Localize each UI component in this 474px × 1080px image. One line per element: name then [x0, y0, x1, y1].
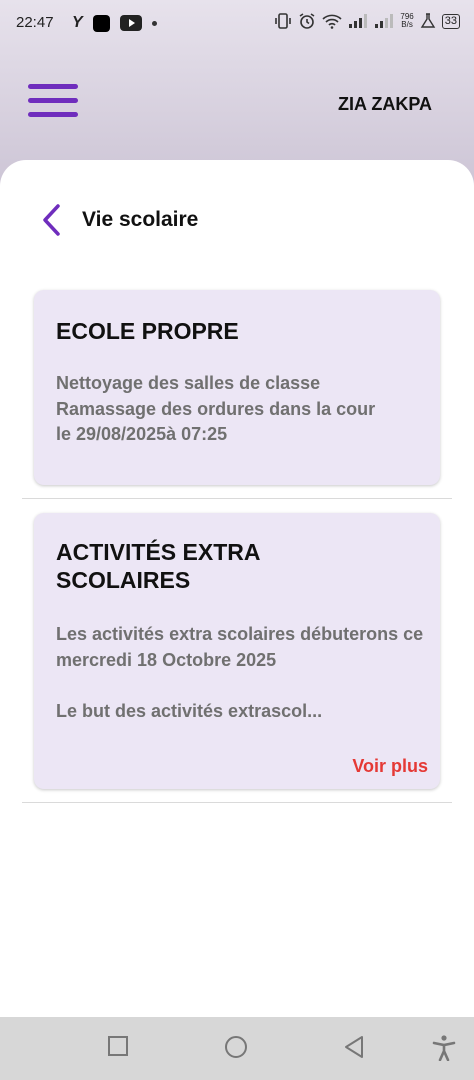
hamburger-bar [28, 84, 78, 89]
back-icon[interactable] [343, 1035, 365, 1059]
divider [22, 802, 452, 803]
hamburger-bar [28, 98, 78, 103]
content-sheet: Vie scolaire ECOLE PROPRE Nettoyage des … [0, 160, 474, 1017]
news-card[interactable]: ECOLE PROPRE Nettoyage des salles de cla… [34, 290, 440, 485]
page-title: Vie scolaire [82, 208, 199, 231]
y-app-icon: Y [72, 14, 83, 31]
signal-icon [375, 14, 394, 28]
voir-plus-link[interactable]: Voir plus [352, 756, 428, 777]
network-speed-unit: B/s [401, 20, 413, 29]
back-button[interactable] [40, 200, 68, 240]
signal-icon [349, 14, 368, 28]
news-card[interactable]: ACTIVITÉS EXTRA SCOLAIRES Les activités … [34, 513, 440, 789]
vibrate-icon [275, 13, 292, 29]
dot-icon [151, 20, 157, 26]
app-bar: ZIA ZAKPA [0, 60, 474, 150]
card-body: Les activités extra scolaires débuterons… [56, 624, 424, 721]
card-title: ACTIVITÉS EXTRA SCOLAIRES [56, 539, 260, 593]
divider [22, 498, 452, 499]
user-name[interactable]: ZIA ZAKPA [338, 94, 432, 115]
menu-button[interactable] [28, 84, 80, 120]
chevron-left-icon [43, 204, 60, 236]
accessibility-icon[interactable] [432, 1035, 456, 1061]
page-header: Vie scolaire [40, 198, 198, 242]
wifi-icon [322, 14, 342, 29]
status-bar: 22:47 Y 796 B/s 33 [0, 0, 474, 48]
youtube-icon [119, 15, 142, 31]
network-speed: 796 B/s [400, 13, 413, 29]
battery-icon: 33 [441, 13, 460, 29]
system-nav-bar [0, 1017, 474, 1080]
status-time: 22:47 [16, 14, 54, 31]
hamburger-bar [28, 112, 78, 117]
home-icon[interactable] [224, 1035, 248, 1059]
card-body: Nettoyage des salles de classe Ramassage… [56, 373, 376, 444]
lab-flask-icon [420, 13, 436, 28]
card-title: ECOLE PROPRE [56, 318, 239, 344]
black-square-app-icon [92, 14, 110, 32]
recent-apps-icon[interactable] [107, 1035, 129, 1057]
alarm-icon [299, 13, 315, 29]
